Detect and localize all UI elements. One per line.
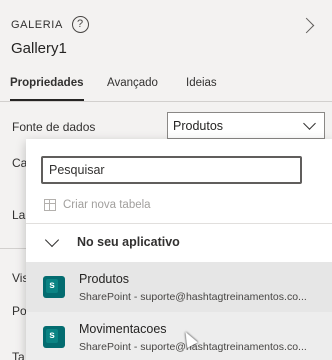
tab-ideias[interactable]: Ideias xyxy=(186,76,217,101)
data-source-dropdown: Criar nova tabela No seu aplicativo Prod… xyxy=(26,139,332,360)
chevron-down-icon[interactable] xyxy=(44,232,60,247)
data-source-name: Produtos xyxy=(79,272,130,286)
search-input[interactable] xyxy=(43,158,300,182)
group-label: No seu aplicativo xyxy=(77,235,180,249)
data-source-value: Produtos xyxy=(173,118,224,133)
search-field[interactable] xyxy=(41,156,302,184)
control-type-header: GALERIA ? xyxy=(11,16,89,33)
property-label-partial: Ta xyxy=(12,350,25,360)
property-label-partial: Ca xyxy=(12,156,26,170)
property-label-partial: Po xyxy=(12,304,26,318)
dropdown-divider xyxy=(26,223,332,224)
control-name[interactable]: Gallery1 xyxy=(11,40,67,57)
table-icon xyxy=(44,199,56,211)
control-type-label: GALERIA xyxy=(11,18,63,31)
sharepoint-icon xyxy=(43,276,65,298)
sharepoint-icon xyxy=(43,326,65,348)
data-source-connection: SharePoint - suporte@hashtagtreinamentos… xyxy=(79,291,307,303)
data-source-item-produtos[interactable]: Produtos SharePoint - suporte@hashtagtre… xyxy=(26,262,332,312)
data-source-name: Movimentacoes xyxy=(79,322,167,336)
data-source-select[interactable]: Produtos xyxy=(167,112,325,139)
property-label-partial: La xyxy=(12,208,26,222)
data-source-item-movimentacoes[interactable]: Movimentacoes SharePoint - suporte@hasht… xyxy=(26,312,332,360)
group-header[interactable]: No seu aplicativo xyxy=(42,232,180,249)
data-source-label: Fonte de dados xyxy=(12,120,96,134)
help-icon[interactable]: ? xyxy=(71,16,89,33)
tab-propriedades[interactable]: Propriedades xyxy=(10,76,84,101)
section-divider xyxy=(0,248,26,249)
properties-panel: GALERIA ? Gallery1 Propriedades Avançado… xyxy=(0,0,332,360)
property-label-partial: Vis xyxy=(12,271,26,285)
chevron-down-icon[interactable] xyxy=(303,117,316,130)
tab-bar: Propriedades Avançado Ideias xyxy=(0,76,332,102)
create-table-label: Criar nova tabela xyxy=(63,199,151,211)
data-source-connection: SharePoint - suporte@hashtagtreinamentos… xyxy=(79,341,307,353)
tab-avancado[interactable]: Avançado xyxy=(107,76,158,101)
chevron-right-icon[interactable] xyxy=(298,17,315,34)
create-table-option: Criar nova tabela xyxy=(44,199,151,211)
